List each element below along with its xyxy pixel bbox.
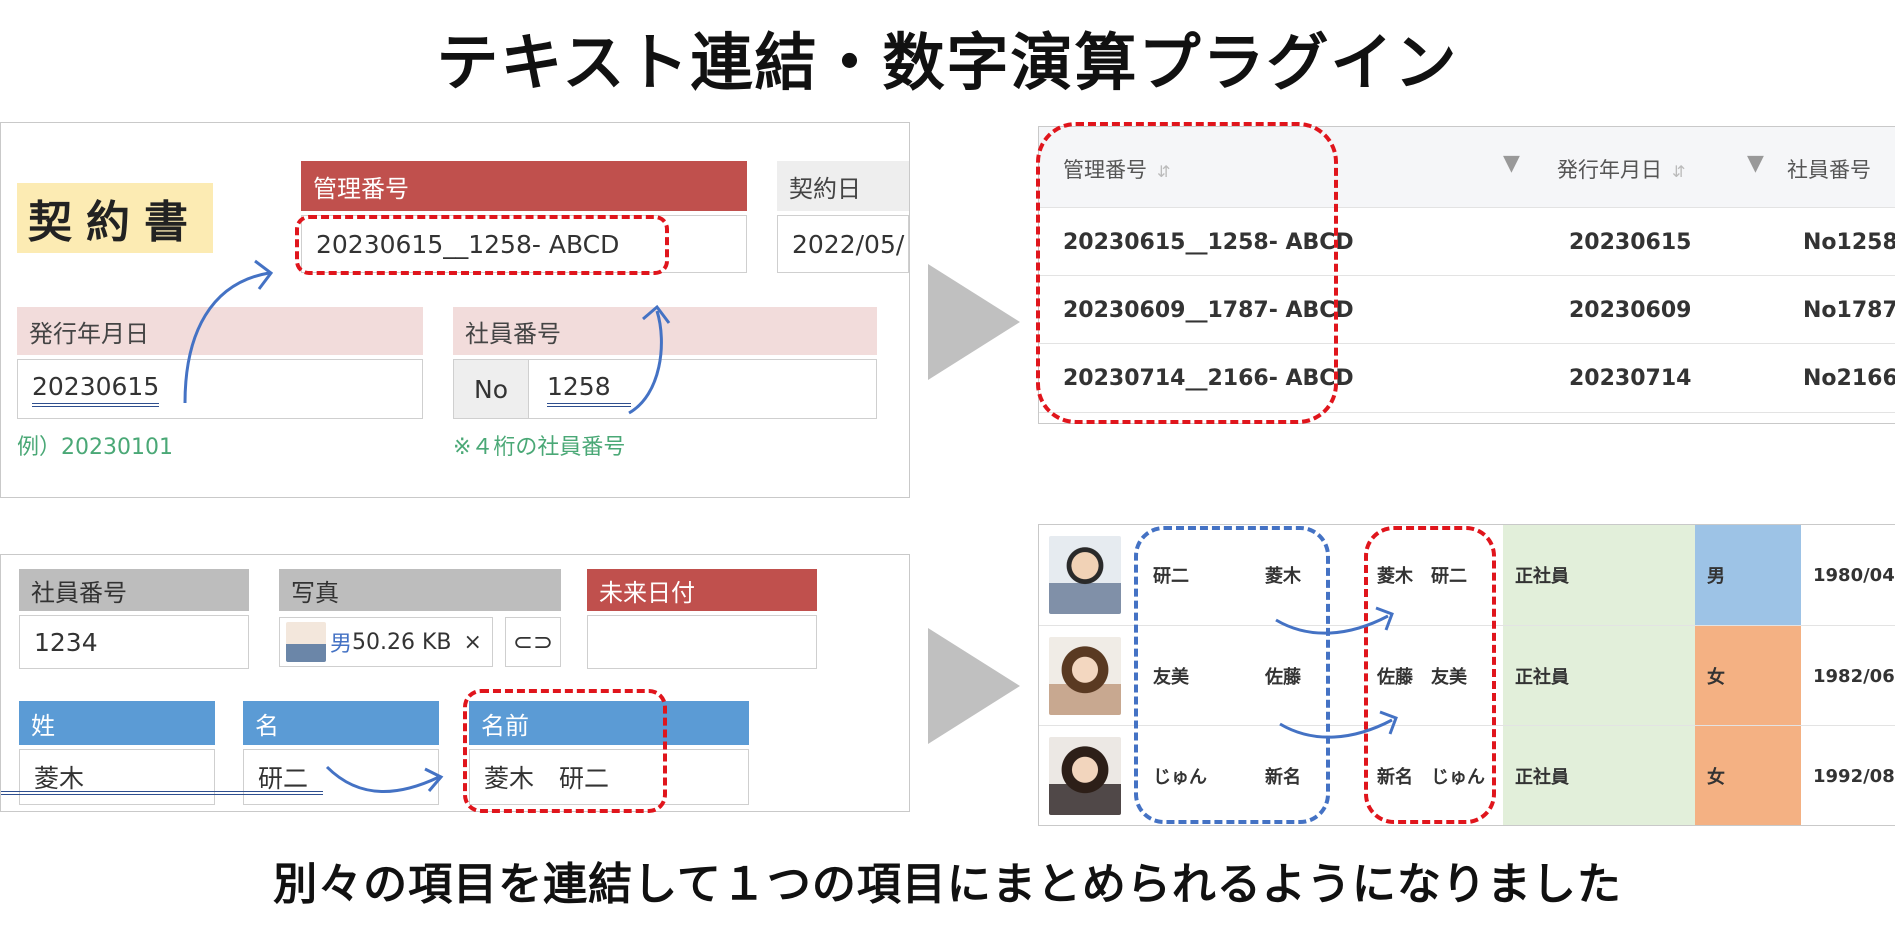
curved-arrow-icon	[1275, 606, 1398, 739]
page-subtitle: 別々の項目を連結して１つの項目にまとめられるようになりました	[273, 859, 1622, 910]
